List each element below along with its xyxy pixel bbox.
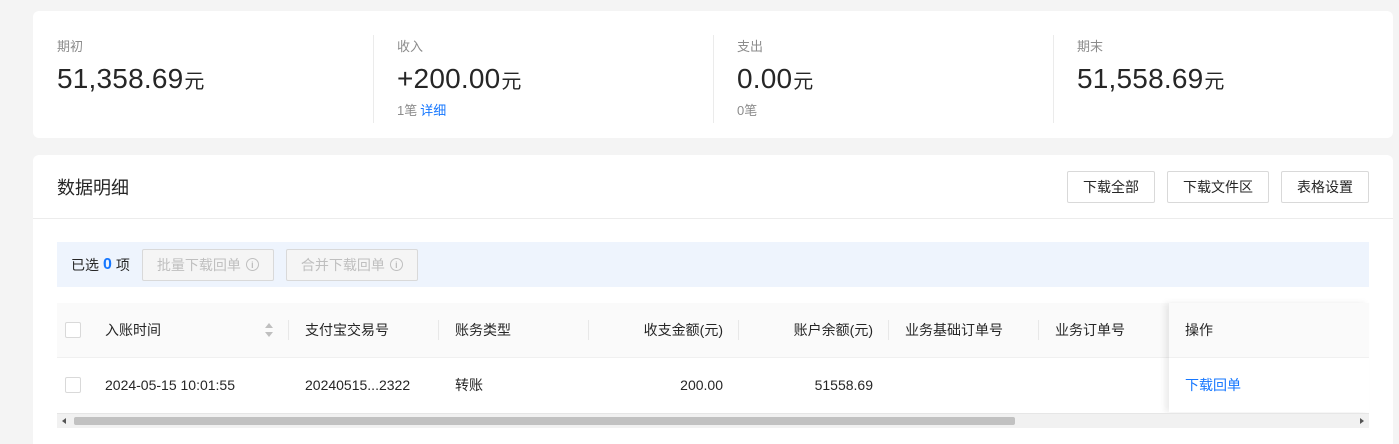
column-type: 账务类型 (439, 303, 589, 357)
stat-income: 收入 +200.00 元 1笔 详细 (373, 11, 713, 138)
selection-suffix: 项 (115, 256, 130, 273)
batch-download-button[interactable]: 批量下载回单 i (141, 248, 274, 281)
stat-label: 期末 (1077, 39, 1104, 54)
scroll-thumb[interactable] (74, 417, 1015, 425)
stat-unit: 元 (793, 71, 814, 93)
scroll-right-icon[interactable] (1360, 418, 1364, 424)
cell-trade-no: 20240515...2322 (305, 377, 411, 393)
income-detail-link[interactable]: 详细 (420, 103, 446, 118)
horizontal-scrollbar[interactable] (57, 413, 1369, 428)
cell-base-order (889, 358, 1039, 412)
cell-type: 转账 (455, 377, 483, 393)
stat-value: 51,558.69 元 (1077, 63, 1393, 97)
sort-icon[interactable] (265, 323, 273, 337)
transactions-table: 入账时间 支付宝交易号 账务类型 收支金额(元) 账户余额(元) 业务基础订单号… (57, 303, 1369, 412)
cell-balance: 51558.69 (814, 377, 873, 393)
detail-card: 数据明细 下载全部 下载文件区 表格设置 已选 0 项 批量下载回单 i 合并下… (33, 155, 1393, 444)
cell-amount: 200.00 (680, 377, 723, 393)
column-trade-no: 支付宝交易号 (289, 303, 439, 357)
batch-download-label: 批量下载回单 (156, 256, 241, 273)
detail-title: 数据明细 (57, 177, 129, 198)
stat-label: 支出 (737, 39, 764, 54)
cell-order (1039, 358, 1169, 412)
row-checkbox-cell (65, 358, 105, 412)
column-time[interactable]: 入账时间 (105, 303, 289, 357)
stat-amount: 51,358.69 (57, 63, 184, 94)
scroll-left-icon[interactable] (62, 418, 66, 424)
column-base-order: 业务基础订单号 (889, 303, 1039, 357)
selection-count: 0 (103, 255, 112, 273)
stat-value: 51,358.69 元 (57, 63, 373, 97)
stat-expense: 支出 0.00 元 0笔 (713, 11, 1053, 138)
selection-prefix: 已选 (71, 256, 99, 273)
column-amount: 收支金额(元) (589, 303, 739, 357)
stat-sub: 0笔 (737, 103, 1053, 119)
summary-card: 期初 51,358.69 元 收入 +200.00 元 1笔 详细 支出 0.00… (33, 11, 1393, 138)
stat-unit: 元 (1204, 71, 1225, 93)
stat-count: 1笔 (397, 103, 418, 118)
column-order: 业务订单号 (1055, 322, 1125, 338)
stat-value: 0.00 元 (737, 63, 1053, 97)
detail-header: 数据明细 下载全部 下载文件区 表格设置 (33, 155, 1393, 219)
stat-closing: 期末 51,558.69 元 (1053, 11, 1393, 138)
stat-unit: 元 (501, 71, 522, 93)
select-all-checkbox[interactable] (65, 322, 81, 338)
stat-opening: 期初 51,358.69 元 (33, 11, 373, 138)
merge-download-label: 合并下载回单 (300, 256, 385, 273)
stat-label: 期初 (57, 39, 84, 54)
download-all-button[interactable]: 下载全部 (1067, 170, 1155, 203)
stat-amount: 0.00 (737, 63, 793, 94)
download-area-button[interactable]: 下载文件区 (1167, 170, 1269, 203)
stat-value: +200.00 元 (397, 63, 713, 97)
download-receipt-link[interactable]: 下载回单 (1185, 375, 1241, 395)
stat-amount: +200.00 (397, 63, 501, 94)
cell-time: 2024-05-15 10:01:55 (105, 377, 235, 393)
stat-count: 0笔 (737, 103, 758, 118)
stat-sub: 1笔 详细 (397, 103, 713, 119)
cell-action: 下载回单 (1169, 358, 1369, 412)
header-checkbox-cell (65, 303, 105, 357)
stat-label: 收入 (397, 39, 424, 54)
stat-unit: 元 (184, 71, 205, 93)
table-settings-button[interactable]: 表格设置 (1281, 170, 1369, 203)
actions-column: 操作 下载回单 (1169, 303, 1369, 412)
selection-bar: 已选 0 项 批量下载回单 i 合并下载回单 i (57, 242, 1369, 287)
stat-amount: 51,558.69 (1077, 63, 1204, 94)
column-actions: 操作 (1169, 303, 1369, 358)
column-balance: 账户余额(元) (739, 303, 889, 357)
row-checkbox[interactable] (65, 377, 81, 393)
info-icon: i (245, 258, 259, 271)
column-time-label: 入账时间 (105, 322, 161, 338)
merge-download-button[interactable]: 合并下载回单 i (285, 248, 418, 281)
info-icon: i (389, 258, 403, 271)
